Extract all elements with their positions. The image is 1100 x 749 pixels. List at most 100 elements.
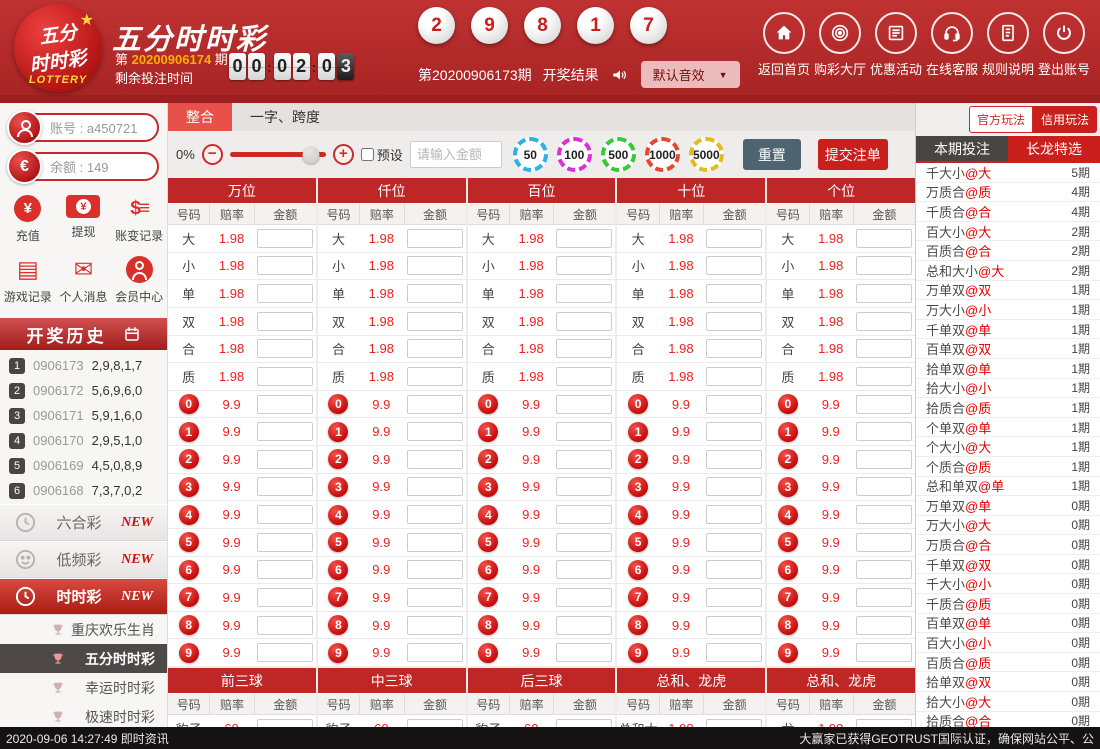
bet-amount-input[interactable] bbox=[257, 477, 313, 496]
bet-amount-input[interactable] bbox=[407, 256, 463, 275]
action-ledger[interactable]: $≡账变记录 bbox=[111, 195, 167, 244]
bet-amount-input[interactable] bbox=[257, 533, 313, 552]
bet-amount-input[interactable] bbox=[856, 533, 912, 552]
bet-amount-input[interactable] bbox=[556, 422, 612, 441]
submit-button[interactable]: 提交注单 bbox=[818, 139, 888, 170]
bet-amount-input[interactable] bbox=[407, 422, 463, 441]
nav-home[interactable]: 返回首页 bbox=[756, 12, 812, 78]
bet-amount-input[interactable] bbox=[706, 339, 762, 358]
reset-button[interactable]: 重置 bbox=[743, 139, 801, 170]
bet-amount-input[interactable] bbox=[856, 422, 912, 441]
bet-amount-input[interactable] bbox=[257, 256, 313, 275]
bet-amount-input[interactable] bbox=[257, 560, 313, 579]
nav-rules[interactable]: 规则说明 bbox=[980, 12, 1036, 78]
bet-amount-input[interactable] bbox=[856, 588, 912, 607]
chip-5000[interactable]: 5000 bbox=[689, 137, 724, 172]
bet-amount-input[interactable] bbox=[556, 643, 612, 662]
bet-amount-input[interactable] bbox=[856, 229, 912, 248]
bet-amount-input[interactable] bbox=[407, 477, 463, 496]
action-recharge[interactable]: ¥充值 bbox=[0, 195, 56, 244]
bet-amount-input[interactable] bbox=[706, 505, 762, 524]
bet-amount-input[interactable] bbox=[556, 256, 612, 275]
bet-amount-input[interactable] bbox=[706, 256, 762, 275]
action-gamelog[interactable]: ▤游戏记录 bbox=[0, 256, 56, 305]
bet-amount-input[interactable] bbox=[556, 284, 612, 303]
speaker-icon[interactable] bbox=[610, 66, 630, 84]
bet-amount-input[interactable] bbox=[407, 719, 463, 728]
nav-power[interactable]: 登出账号 bbox=[1036, 12, 1092, 78]
chip-100[interactable]: 100 bbox=[557, 137, 592, 172]
bet-amount-input[interactable] bbox=[706, 450, 762, 469]
bet-amount-input[interactable] bbox=[856, 616, 912, 635]
bet-amount-input[interactable] bbox=[257, 367, 313, 386]
action-member[interactable]: 会员中心 bbox=[111, 256, 167, 305]
bet-amount-input[interactable] bbox=[706, 284, 762, 303]
chip-50[interactable]: 50 bbox=[513, 137, 548, 172]
bet-amount-input[interactable] bbox=[706, 533, 762, 552]
chip-1000[interactable]: 1000 bbox=[645, 137, 680, 172]
bet-amount-input[interactable] bbox=[856, 339, 912, 358]
bet-amount-input[interactable] bbox=[556, 588, 612, 607]
bet-amount-input[interactable] bbox=[856, 505, 912, 524]
site-logo[interactable]: ★ 五分 时时彩 LOTTERY bbox=[14, 4, 102, 92]
bet-amount-input[interactable] bbox=[257, 505, 313, 524]
game-幸运时时彩[interactable]: 幸运时时彩 bbox=[0, 673, 167, 702]
category-六合彩[interactable]: 六合彩NEW bbox=[0, 504, 167, 541]
bet-amount-input[interactable] bbox=[556, 229, 612, 248]
tab-single-span[interactable]: 一字、跨度 bbox=[232, 103, 338, 131]
bet-amount-input[interactable] bbox=[556, 719, 612, 728]
bet-amount-input[interactable] bbox=[706, 312, 762, 331]
bet-amount-input[interactable] bbox=[856, 719, 912, 728]
bet-amount-input[interactable] bbox=[706, 560, 762, 579]
bet-amount-input[interactable] bbox=[556, 616, 612, 635]
action-withdraw[interactable]: ¥提现 bbox=[56, 195, 112, 244]
bet-amount-input[interactable] bbox=[706, 395, 762, 414]
rtab-长龙特选[interactable]: 长龙特选 bbox=[1008, 136, 1100, 161]
game-极速时时彩[interactable]: 极速时时彩 bbox=[0, 702, 167, 727]
bet-amount-input[interactable] bbox=[407, 588, 463, 607]
bet-amount-input[interactable] bbox=[856, 367, 912, 386]
bet-amount-input[interactable] bbox=[407, 367, 463, 386]
bet-amount-input[interactable] bbox=[706, 477, 762, 496]
bet-amount-input[interactable] bbox=[706, 367, 762, 386]
bet-amount-input[interactable] bbox=[407, 284, 463, 303]
bet-amount-input[interactable] bbox=[556, 450, 612, 469]
playmode-信用玩法[interactable]: 信用玩法 bbox=[1033, 106, 1097, 133]
bet-amount-input[interactable] bbox=[556, 477, 612, 496]
tab-combined[interactable]: 整合 bbox=[168, 103, 232, 131]
nav-promo[interactable]: 优惠活动 bbox=[868, 12, 924, 78]
bet-amount-input[interactable] bbox=[407, 505, 463, 524]
sound-select[interactable]: 默认音效 ▼ bbox=[641, 61, 740, 88]
bet-amount-input[interactable] bbox=[556, 312, 612, 331]
bet-amount-input[interactable] bbox=[706, 588, 762, 607]
bet-amount-input[interactable] bbox=[856, 312, 912, 331]
bet-amount-input[interactable] bbox=[706, 229, 762, 248]
bet-amount-input[interactable] bbox=[257, 229, 313, 248]
bet-amount-input[interactable] bbox=[257, 719, 313, 728]
plus-button[interactable]: + bbox=[333, 144, 354, 165]
bet-amount-input[interactable] bbox=[407, 395, 463, 414]
game-五分时时彩[interactable]: 五分时时彩 bbox=[0, 644, 167, 673]
category-低频彩[interactable]: 低频彩NEW bbox=[0, 541, 167, 578]
bet-amount-input[interactable] bbox=[407, 643, 463, 662]
bet-amount-input[interactable] bbox=[407, 312, 463, 331]
bet-amount-input[interactable] bbox=[407, 339, 463, 358]
bet-amount-input[interactable] bbox=[556, 367, 612, 386]
bet-amount-input[interactable] bbox=[407, 616, 463, 635]
bet-amount-input[interactable] bbox=[856, 643, 912, 662]
preset-checkbox[interactable] bbox=[361, 148, 374, 161]
bet-amount-input[interactable] bbox=[257, 643, 313, 662]
rtab-本期投注[interactable]: 本期投注 bbox=[916, 136, 1008, 161]
playmode-官方玩法[interactable]: 官方玩法 bbox=[969, 106, 1033, 133]
game-重庆欢乐生肖[interactable]: 重庆欢乐生肖 bbox=[0, 615, 167, 644]
slider-thumb[interactable] bbox=[303, 146, 320, 163]
amount-input[interactable] bbox=[410, 141, 502, 168]
bet-amount-input[interactable] bbox=[556, 339, 612, 358]
bet-amount-input[interactable] bbox=[706, 643, 762, 662]
bet-amount-input[interactable] bbox=[856, 395, 912, 414]
bet-amount-input[interactable] bbox=[257, 422, 313, 441]
nav-service[interactable]: 在线客服 bbox=[924, 12, 980, 78]
bet-amount-input[interactable] bbox=[856, 560, 912, 579]
bet-amount-input[interactable] bbox=[257, 450, 313, 469]
bet-amount-input[interactable] bbox=[257, 284, 313, 303]
